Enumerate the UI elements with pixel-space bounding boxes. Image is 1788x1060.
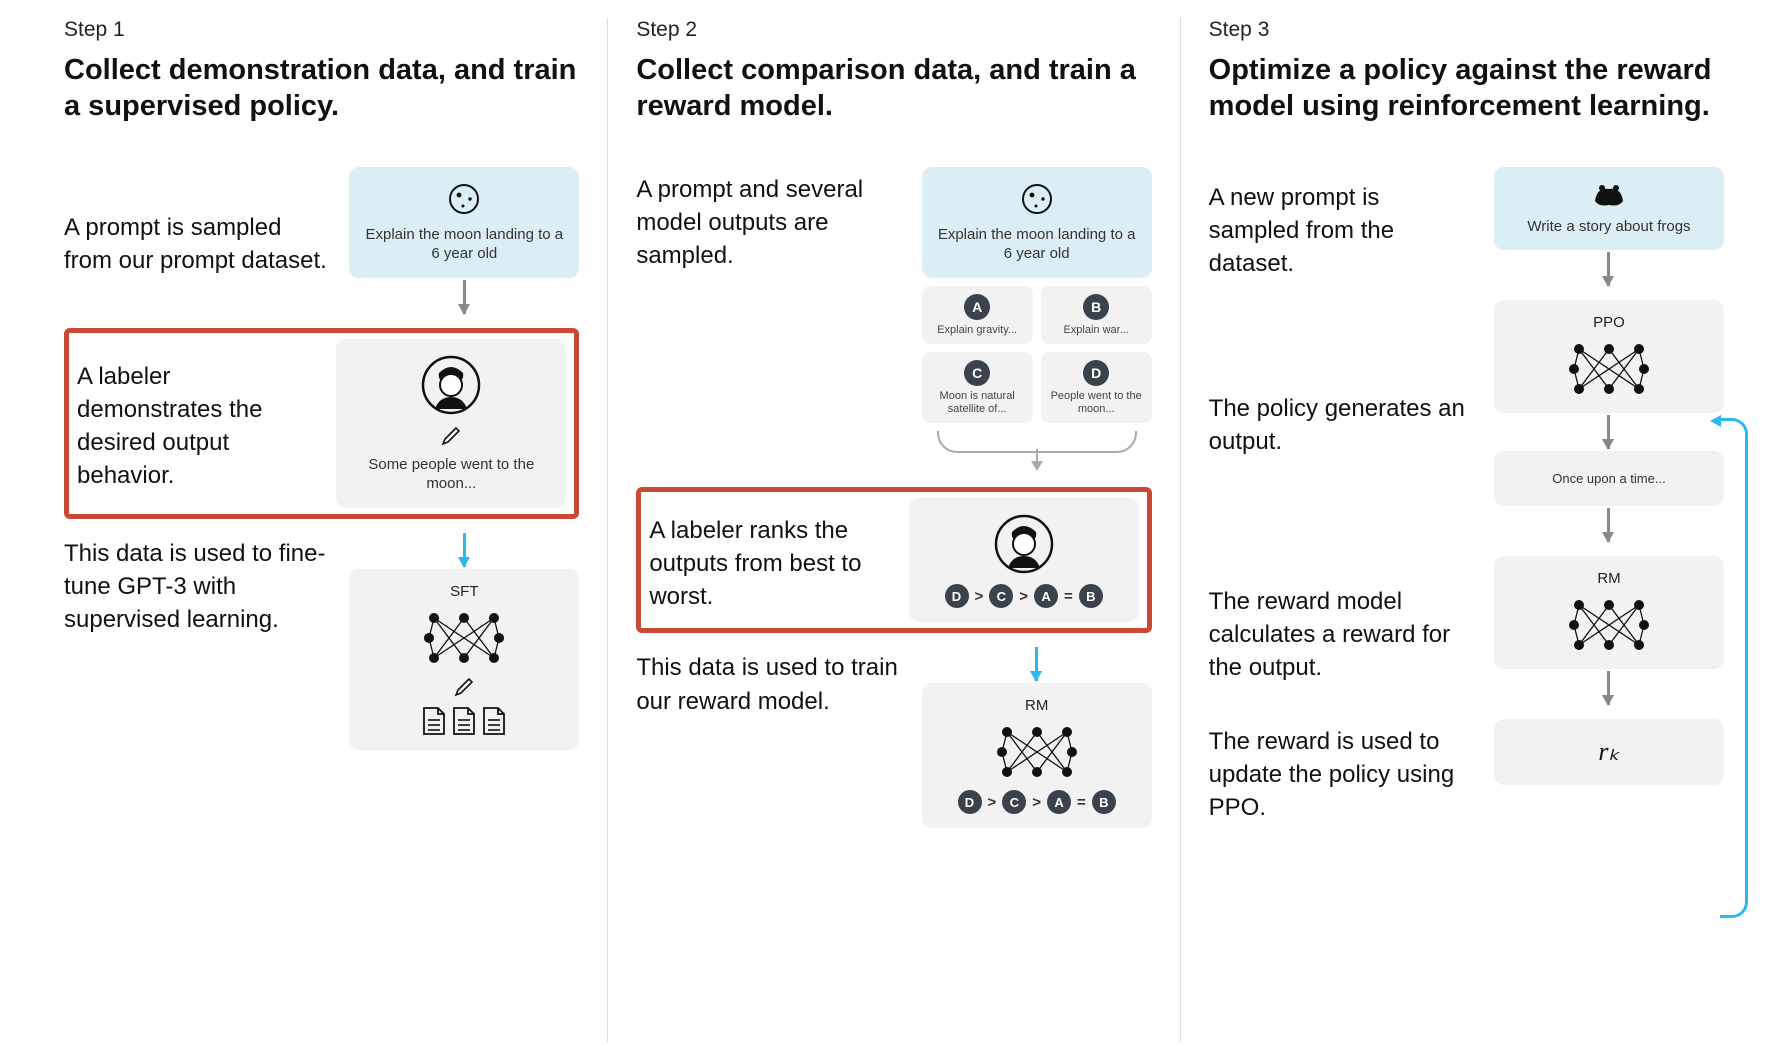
- step1-labeler-desc: A labeler demonstrates the desired outpu…: [77, 354, 318, 492]
- step2-options-grid: AExplain gravity... BExplain war... CMoo…: [922, 286, 1152, 424]
- step3-reward-card: rₖ: [1494, 719, 1724, 785]
- step2-prompt-text: Explain the moon landing to a 6 year old: [934, 225, 1140, 264]
- step2-prompt-desc: A prompt and several model outputs are s…: [636, 167, 903, 272]
- step1-label: Step 1: [64, 18, 579, 42]
- badge-c: C: [964, 360, 990, 386]
- step3-rm-card: RM: [1494, 556, 1724, 669]
- step1-title: Collect demonstration data, and train a …: [64, 52, 579, 125]
- step3-output-text: Once upon a time...: [1552, 471, 1665, 486]
- step1-sft-label: SFT: [450, 583, 478, 600]
- step3-title: Optimize a policy against the reward mod…: [1209, 52, 1724, 125]
- step1-prompt-card: Explain the moon landing to a 6 year old: [349, 167, 579, 278]
- step2-train-desc: This data is used to train our reward mo…: [636, 645, 903, 717]
- step3-label: Step 3: [1209, 18, 1724, 42]
- arrow-down-icon: [1607, 671, 1610, 705]
- step3-policy-desc: The policy generates an output.: [1209, 386, 1476, 458]
- documents-icon-row: [421, 706, 507, 736]
- step2-column: Step 2 Collect comparison data, and trai…: [607, 18, 1179, 1042]
- step3-column: Step 3 Optimize a policy against the rew…: [1180, 18, 1752, 1042]
- feedback-arrow-icon: [1720, 418, 1748, 918]
- badge-d: D: [1083, 360, 1109, 386]
- step1-train-desc: This data is used to fine-tune GPT-3 wit…: [64, 531, 331, 636]
- step2-rm-card: RM D > C > A = B: [922, 683, 1152, 828]
- step3-update-desc: The reward is used to update the policy …: [1209, 719, 1476, 824]
- document-icon: [481, 706, 507, 736]
- step3-ppo-card: PPO: [1494, 300, 1724, 413]
- bracket-icon: [937, 431, 1137, 453]
- step1-labeler-highlight: A labeler demonstrates the desired outpu…: [64, 328, 579, 519]
- neural-net-icon: [1564, 339, 1654, 399]
- step3-prompt-text: Write a story about frogs: [1527, 217, 1690, 237]
- step2-option-a: AExplain gravity...: [922, 286, 1033, 345]
- pencil-icon: [440, 425, 462, 447]
- step3-rm-desc: The reward model calculates a reward for…: [1209, 579, 1476, 684]
- neural-net-icon: [419, 608, 509, 668]
- step1-labeler-text: Some people went to the moon...: [348, 455, 554, 494]
- step3-ppo-label: PPO: [1593, 314, 1625, 331]
- neural-net-icon: [992, 722, 1082, 782]
- step2-prompt-card: Explain the moon landing to a 6 year old: [922, 167, 1152, 278]
- step3-prompt-desc: A new prompt is sampled from the dataset…: [1209, 175, 1476, 280]
- step2-label: Step 2: [636, 18, 1151, 42]
- badge-b: B: [1083, 294, 1109, 320]
- moon-icon: [1019, 181, 1055, 217]
- frog-icon: [1589, 181, 1629, 209]
- step2-rm-ranking-line: D > C > A = B: [958, 790, 1116, 814]
- document-icon: [421, 706, 447, 736]
- pencil-icon: [453, 676, 475, 698]
- step1-prompt-text: Explain the moon landing to a 6 year old: [361, 225, 567, 264]
- neural-net-icon: [1564, 595, 1654, 655]
- rlhf-diagram: Step 1 Collect demonstration data, and t…: [36, 18, 1752, 1042]
- arrow-down-icon: [463, 280, 466, 314]
- arrow-down-icon: [1607, 508, 1610, 542]
- step2-rank-desc: A labeler ranks the outputs from best to…: [649, 508, 890, 613]
- badge-a: A: [964, 294, 990, 320]
- step2-option-d: DPeople went to the moon...: [1041, 352, 1152, 423]
- step2-rank-card: D > C > A = B: [909, 498, 1139, 622]
- person-icon: [992, 512, 1056, 576]
- moon-icon: [446, 181, 482, 217]
- step2-option-b: BExplain war...: [1041, 286, 1152, 345]
- step2-title: Collect comparison data, and train a rew…: [636, 52, 1151, 125]
- step1-column: Step 1 Collect demonstration data, and t…: [36, 18, 607, 1042]
- step2-rank-highlight: A labeler ranks the outputs from best to…: [636, 487, 1151, 633]
- step2-option-c: CMoon is natural satellite of...: [922, 352, 1033, 423]
- arrow-down-blue-icon: [1035, 647, 1038, 681]
- person-icon: [419, 353, 483, 417]
- arrow-down-icon: [1607, 252, 1610, 286]
- step3-rm-label: RM: [1597, 570, 1620, 587]
- step3-output-card: Once upon a time...: [1494, 451, 1724, 506]
- document-icon: [451, 706, 477, 736]
- step1-labeler-card: Some people went to the moon...: [336, 339, 566, 508]
- step2-ranking-line: D > C > A = B: [945, 584, 1103, 608]
- arrow-down-icon: [1607, 415, 1610, 449]
- step1-prompt-desc: A prompt is sampled from our prompt data…: [64, 205, 331, 277]
- step1-sft-card: SFT: [349, 569, 579, 750]
- step2-rm-label: RM: [1025, 697, 1048, 714]
- step3-prompt-card: Write a story about frogs: [1494, 167, 1724, 251]
- arrow-down-blue-icon: [463, 533, 466, 567]
- step3-reward-token: rₖ: [1598, 737, 1619, 767]
